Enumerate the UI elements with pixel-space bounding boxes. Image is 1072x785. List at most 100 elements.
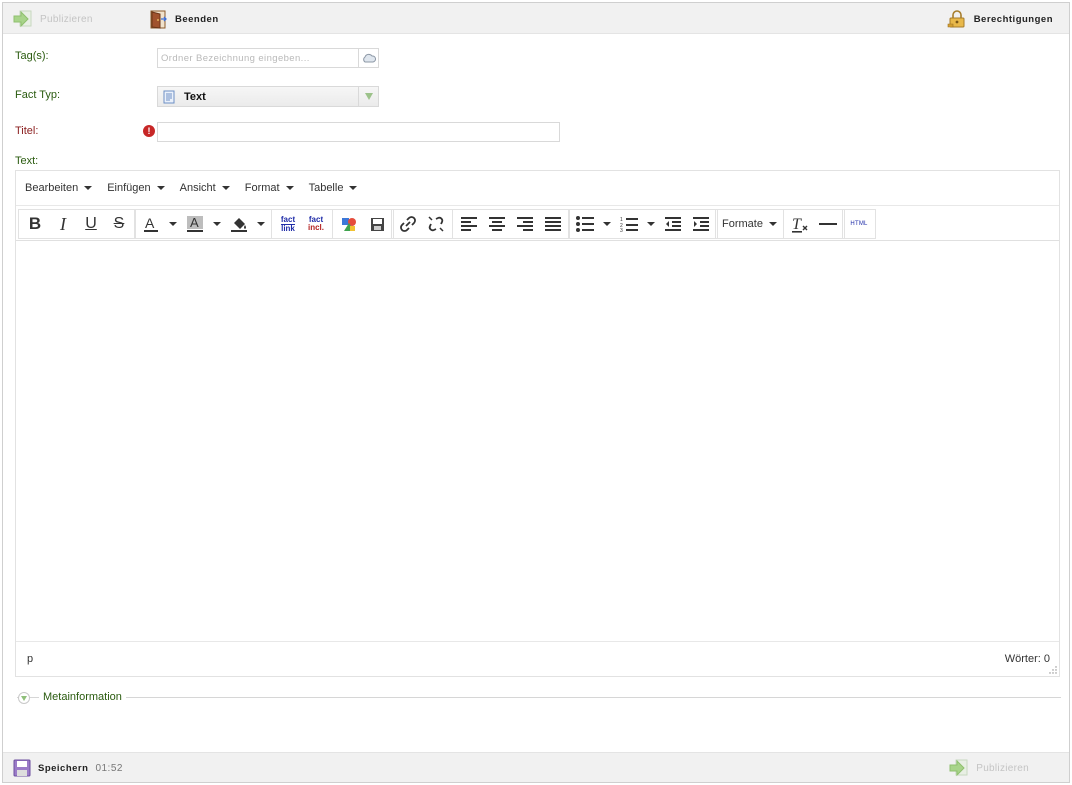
- link-icon: [400, 216, 416, 232]
- caret-down-icon: [349, 186, 358, 190]
- link-group: [391, 209, 453, 239]
- background-color-button[interactable]: A: [181, 210, 209, 238]
- menu-format[interactable]: Format: [245, 182, 294, 194]
- numbered-list-dropdown[interactable]: [643, 210, 659, 238]
- bold-button[interactable]: B: [21, 210, 49, 238]
- remove-link-button[interactable]: [422, 210, 450, 238]
- save-button[interactable]: Speichern 01:52: [13, 758, 123, 778]
- caret-down-icon: [647, 222, 655, 226]
- horizontal-rule-button[interactable]: [814, 210, 842, 238]
- fact-link-text-top: fact: [280, 214, 296, 224]
- menu-insert[interactable]: Einfügen: [107, 182, 165, 194]
- align-center-button[interactable]: [483, 210, 511, 238]
- menu-view[interactable]: Ansicht: [180, 182, 230, 194]
- fill-color-dropdown[interactable]: [253, 210, 269, 238]
- text-color-dropdown[interactable]: [165, 210, 181, 238]
- caret-down-icon: [84, 186, 93, 190]
- list-group: 1 2 3: [568, 209, 718, 239]
- fact-type-select[interactable]: Text: [157, 86, 379, 107]
- italic-button[interactable]: I: [49, 210, 77, 238]
- menu-edit[interactable]: Bearbeiten: [25, 182, 93, 194]
- formats-dropdown[interactable]: Formate: [722, 218, 777, 230]
- caret-down-icon: [285, 186, 294, 190]
- lock-keys-icon: [947, 9, 965, 27]
- caret-down-icon: [156, 186, 165, 190]
- fact-incl-text-bottom: incl.: [307, 223, 324, 232]
- tags-cloud-button[interactable]: [358, 49, 378, 67]
- save-time: 01:52: [95, 762, 123, 774]
- exit-button[interactable]: Beenden: [149, 9, 219, 29]
- html-group: HTML: [842, 209, 876, 239]
- indent-button[interactable]: [687, 210, 715, 238]
- align-justify-button[interactable]: [539, 210, 567, 238]
- numbered-list-icon: 1 2 3: [620, 217, 638, 232]
- align-justify-icon: [545, 217, 561, 231]
- insert-link-button[interactable]: [394, 210, 422, 238]
- colorful-image-icon: [342, 218, 356, 231]
- fact-type-dropdown-button[interactable]: [358, 87, 378, 106]
- bullet-list-dropdown[interactable]: [599, 210, 615, 238]
- fact-link-button[interactable]: fact link: [274, 210, 302, 238]
- background-color-dropdown[interactable]: [209, 210, 225, 238]
- underline-button[interactable]: U: [77, 210, 105, 238]
- element-path[interactable]: p: [27, 653, 33, 665]
- save-draft-button[interactable]: [363, 210, 391, 238]
- align-right-button[interactable]: [511, 210, 539, 238]
- fact-type-value: Text: [184, 91, 206, 103]
- title-input[interactable]: [157, 122, 560, 142]
- fact-link-text-bottom: link: [280, 223, 296, 233]
- bottom-toolbar: Speichern 01:52 Publizieren: [3, 752, 1069, 782]
- meta-toggle-button[interactable]: [18, 692, 30, 704]
- align-center-icon: [489, 217, 505, 231]
- clear-formatting-button[interactable]: T: [786, 210, 814, 238]
- numbered-list-button[interactable]: 1 2 3: [615, 210, 643, 238]
- media-group: [332, 209, 394, 239]
- editor-content-area[interactable]: [16, 242, 1059, 642]
- bullet-list-icon: [576, 216, 594, 232]
- menu-format-label: Format: [244, 182, 280, 194]
- menu-table[interactable]: Tabelle: [309, 182, 358, 194]
- html-source-button[interactable]: HTML: [845, 210, 873, 238]
- outdent-icon: [665, 217, 681, 231]
- fact-link-icon: fact link: [280, 214, 296, 233]
- bold-icon: B: [28, 214, 42, 233]
- bullet-list-button[interactable]: [571, 210, 599, 238]
- publish-button-top[interactable]: Publizieren: [13, 9, 93, 29]
- tags-label: Tag(s):: [15, 50, 49, 62]
- tags-field[interactable]: Ordner Bezeichnung eingeben...: [157, 48, 379, 68]
- caret-down-icon: [768, 222, 777, 226]
- resize-grip-icon[interactable]: [1049, 666, 1057, 674]
- strikethrough-button[interactable]: S: [105, 210, 133, 238]
- insert-image-button[interactable]: [335, 210, 363, 238]
- title-label: Titel:: [15, 125, 39, 137]
- triangle-down-icon: [364, 93, 373, 100]
- caret-down-icon: [213, 222, 221, 226]
- svg-text:A: A: [145, 215, 155, 231]
- text-color-button[interactable]: A: [137, 210, 165, 238]
- underline-icon: U: [85, 215, 97, 232]
- publish-button-bottom[interactable]: Publizieren: [949, 758, 1029, 778]
- permissions-button[interactable]: Berechtigungen: [947, 9, 1053, 29]
- fact-group: fact link fact incl.: [271, 209, 333, 239]
- save-floppy-icon: [13, 759, 31, 777]
- fill-color-button[interactable]: [225, 210, 253, 238]
- caret-down-icon: [257, 222, 265, 226]
- outdent-button[interactable]: [659, 210, 687, 238]
- align-left-button[interactable]: [455, 210, 483, 238]
- indent-icon: [693, 217, 709, 231]
- exit-label: Beenden: [175, 13, 219, 25]
- horizontal-rule-icon: [819, 223, 837, 225]
- clear-formatting-icon: T: [792, 216, 808, 233]
- color-group: A A: [134, 209, 272, 239]
- publish-arrow-icon: [13, 10, 32, 28]
- align-right-icon: [517, 217, 533, 231]
- text-document-icon: [163, 90, 175, 104]
- publish-arrow-icon: [949, 759, 968, 777]
- floppy-disk-icon: [370, 217, 384, 231]
- caret-down-icon: [221, 186, 230, 190]
- meta-label[interactable]: Metainformation: [39, 691, 126, 703]
- fact-include-button[interactable]: fact incl.: [302, 210, 330, 238]
- italic-icon: I: [60, 213, 66, 234]
- align-group: [452, 209, 570, 239]
- misc-group: T: [783, 209, 845, 239]
